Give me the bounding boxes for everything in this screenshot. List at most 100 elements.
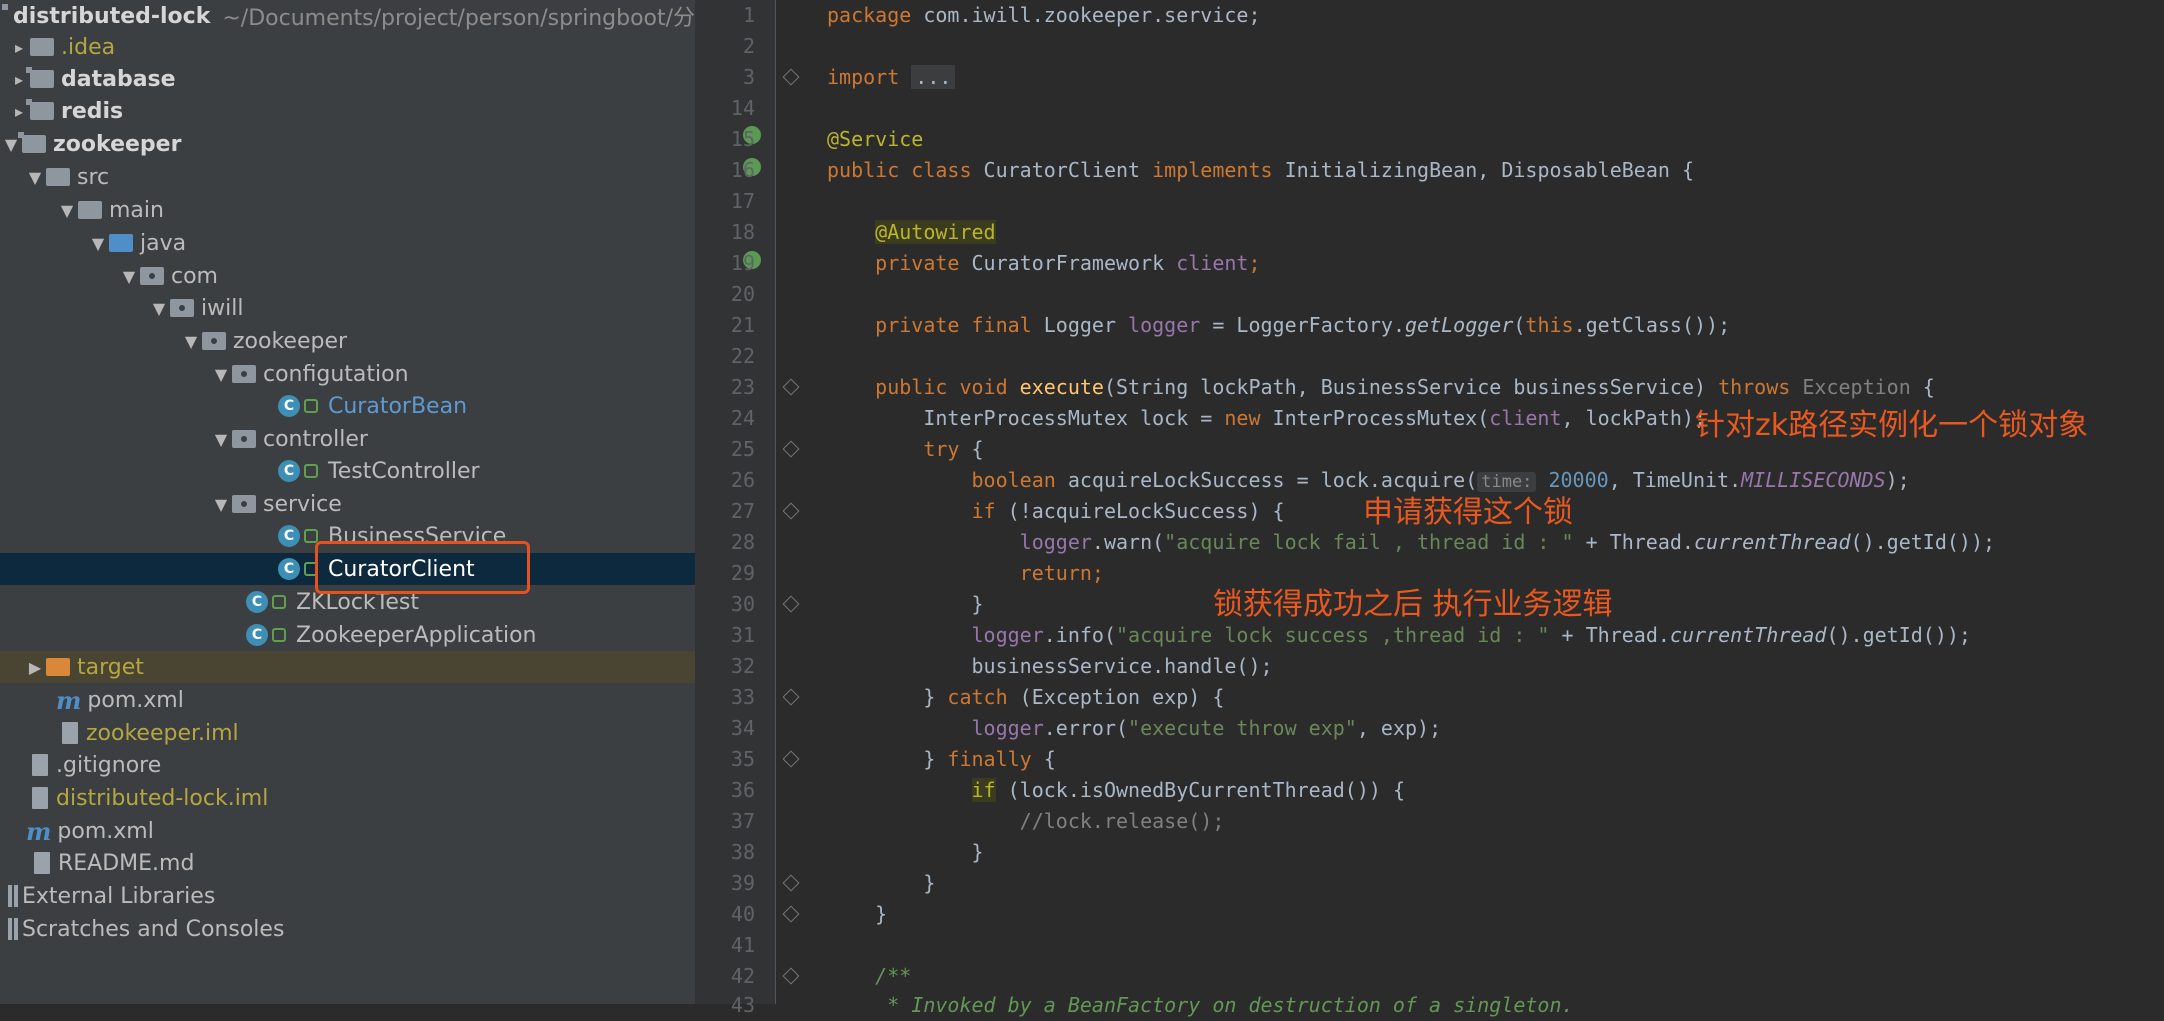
code-token: new [1224, 406, 1261, 430]
code-line-31[interactable]: 31 logger.info("acquire lock success ,th… [695, 620, 2164, 651]
chevron-right-icon[interactable]: ▸ [8, 38, 30, 57]
code-token: try [923, 437, 960, 461]
tree-item-label: External Libraries [22, 883, 216, 909]
tree-item-idea[interactable]: ▸ .idea [0, 31, 695, 63]
tree-item-target[interactable]: ▶ target [0, 651, 695, 683]
module-folder-icon [26, 99, 54, 120]
tree-item-label: ZookeeperApplication [296, 622, 537, 648]
code-line-37[interactable]: 37 //lock.release(); [695, 806, 2164, 837]
tree-item-com[interactable]: ▼ com [0, 260, 695, 292]
line-number: 41 [730, 933, 755, 957]
code-line-32[interactable]: 32 businessService.handle(); [695, 651, 2164, 682]
tree-item-configutation[interactable]: ▼ configutation [0, 358, 695, 390]
tree-item-iwill[interactable]: ▼ iwill [0, 292, 695, 324]
code-line-18[interactable]: 18 @Autowired [695, 217, 2164, 248]
code-token: logger [971, 623, 1044, 647]
tree-item-scratches[interactable]: Scratches and Consoles [0, 913, 695, 945]
code-token: + Thread. [1573, 530, 1694, 554]
code-line-34[interactable]: 34 logger.error("execute throw exp", exp… [695, 713, 2164, 744]
tree-item-zookeeper-application[interactable]: C ZookeeperApplication [0, 619, 695, 651]
code-line-15[interactable]: 15 @Service [695, 124, 2164, 155]
code-line-3[interactable]: 3 import ... [695, 62, 2164, 93]
code-token: boolean [971, 468, 1056, 492]
code-token: catch [947, 685, 1008, 709]
code-line-23[interactable]: 23 public void execute(String lockPath, … [695, 372, 2164, 403]
chevron-down-icon[interactable]: ▼ [24, 168, 46, 187]
code-line-41[interactable]: 41 [695, 930, 2164, 961]
tree-item-label: CuratorBean [328, 393, 468, 419]
code-line-16[interactable]: 16 public class CuratorClient implements … [695, 155, 2164, 186]
tree-item-main[interactable]: ▼ main [0, 194, 695, 226]
code-line-21[interactable]: 21 private final Logger logger = LoggerF… [695, 310, 2164, 341]
chevron-down-icon[interactable]: ▼ [210, 365, 232, 384]
tree-item-zookeeper[interactable]: ▼ zookeeper [0, 128, 695, 160]
code-token: (!acquireLockSuccess) { [995, 499, 1285, 523]
code-line-2[interactable]: 2 [695, 31, 2164, 62]
code-line-17[interactable]: 17 [695, 186, 2164, 217]
tree-item-service[interactable]: ▼ service [0, 488, 695, 520]
code-token: .warn( [1091, 530, 1165, 554]
tree-item-redis[interactable]: ▸ redis [0, 95, 695, 127]
code-line-20[interactable]: 20 [695, 279, 2164, 310]
code-line-28[interactable]: 28 logger.warn("acquire lock fail , thre… [695, 527, 2164, 558]
code-token: } [875, 902, 888, 926]
tree-item-pom-module[interactable]: m pom.xml [0, 684, 695, 716]
code-token: } [971, 840, 984, 864]
tree-item-distributed-iml[interactable]: distributed-lock.iml [0, 782, 695, 814]
code-line-42[interactable]: 42 /** [695, 961, 2164, 992]
tree-item-java[interactable]: ▼ java [0, 227, 695, 259]
code-line-43[interactable]: 43 * Invoked by a BeanFactory on destruc… [695, 990, 2164, 1021]
line-number: 19 [730, 251, 755, 275]
code-token: finally [947, 747, 1032, 771]
folded-imports[interactable]: ... [911, 65, 956, 89]
module-folder-icon [26, 67, 54, 88]
chevron-right-icon[interactable]: ▶ [24, 658, 46, 677]
package-icon [232, 430, 256, 448]
chevron-down-icon[interactable]: ▼ [148, 299, 170, 318]
code-line-38[interactable]: 38 } [695, 837, 2164, 868]
source-folder-icon [109, 234, 133, 252]
code-line-40[interactable]: 40 } [695, 899, 2164, 930]
code-line-22[interactable]: 22 [695, 341, 2164, 372]
annotation-acquire-lock: 申请获得这个锁 [1363, 495, 1573, 530]
tree-item-zookeeper-package[interactable]: ▼ zookeeper [0, 325, 695, 357]
tree-item-zookeeper-iml[interactable]: zookeeper.iml [0, 717, 695, 749]
code-line-36[interactable]: 36 if (lock.isOwnedByCurrentThread()) { [695, 775, 2164, 806]
code-line-35[interactable]: 35 } finally { [695, 744, 2164, 775]
code-token: (lock.isOwnedByCurrentThread()) { [995, 778, 1405, 802]
code-token: .error( [1043, 716, 1129, 740]
code-token: public void [875, 375, 1008, 399]
code-line-33[interactable]: 33 } catch (Exception exp) { [695, 682, 2164, 713]
code-comment: /** [875, 964, 912, 988]
code-line-14[interactable]: 14 [695, 93, 2164, 124]
chevron-down-icon[interactable]: ▼ [210, 430, 232, 449]
code-token: InterProcessMutex lock = [923, 406, 1225, 430]
tree-item-label: service [263, 491, 342, 517]
tree-item-external-libraries[interactable]: External Libraries [0, 880, 695, 912]
tree-item-readme[interactable]: README.md [0, 847, 695, 879]
code-line-1[interactable]: 1 package com.iwill.zookeeper.service; [695, 0, 2164, 31]
module-folder-icon [18, 132, 46, 153]
chevron-down-icon[interactable]: ▼ [180, 332, 202, 351]
tree-item-src[interactable]: ▼ src [0, 161, 695, 193]
code-token: ); [1885, 468, 1910, 492]
code-line-19[interactable]: 19 private CuratorFramework client; [695, 248, 2164, 279]
tree-item-root[interactable]: distributed-lock ~/Documents/project/per… [0, 0, 695, 32]
tree-item-test-controller[interactable]: C TestController [0, 455, 695, 487]
chevron-down-icon[interactable]: ▼ [56, 201, 78, 220]
code-line-39[interactable]: 39 } [695, 868, 2164, 899]
chevron-down-icon[interactable]: ▼ [118, 267, 140, 286]
tree-item-database[interactable]: ▸ database [0, 63, 695, 95]
tree-item-curator-bean[interactable]: C CuratorBean [0, 390, 695, 422]
line-number: 38 [730, 840, 755, 864]
tree-item-gitignore[interactable]: .gitignore [0, 749, 695, 781]
code-token: client [1176, 251, 1249, 275]
tree-item-controller[interactable]: ▼ controller [0, 423, 695, 455]
tree-item-label: target [77, 654, 144, 680]
code-token: "acquire lock fail , thread id : " [1164, 530, 1574, 554]
chevron-down-icon[interactable]: ▼ [87, 234, 109, 253]
code-token: this [1525, 313, 1574, 337]
tree-item-pom-root[interactable]: m pom.xml [0, 815, 695, 847]
chevron-down-icon[interactable]: ▼ [210, 495, 232, 514]
line-number: 32 [730, 654, 755, 678]
